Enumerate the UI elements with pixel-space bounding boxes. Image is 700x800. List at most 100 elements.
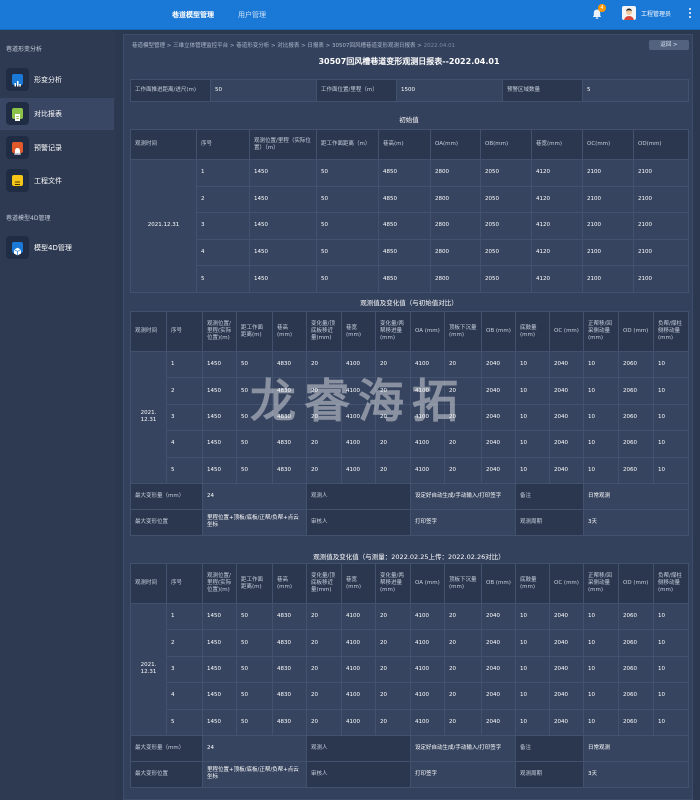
table-cell: 10	[583, 708, 619, 736]
sidebar-item-model-4d[interactable]: 模型4D管理	[0, 232, 114, 264]
table-cell: 2040	[481, 708, 516, 736]
avatar[interactable]	[622, 6, 636, 20]
table-cell: 1	[196, 159, 250, 187]
table-cell: 4120	[531, 212, 583, 240]
table-cell: 20	[444, 629, 482, 657]
table-cell: 2100	[582, 185, 634, 214]
breadcrumb-path[interactable]: 巷道模型管理 > 三维立体管理监控平台 > 巷道形变分析 > 对比报表 > 日报…	[132, 43, 416, 49]
table-cell: 2040	[549, 629, 584, 657]
table-cell: 2060	[618, 682, 654, 710]
table-cell: 50	[316, 159, 379, 187]
table-cell: 10	[653, 629, 689, 657]
table-cell: 10	[653, 377, 689, 405]
table-cell: 2040	[549, 655, 584, 684]
table-cell: 10	[515, 430, 550, 458]
table-cell: 50	[316, 185, 379, 214]
table-cell: 2050	[480, 212, 532, 240]
section-title-initial: 初始值	[399, 116, 419, 124]
table-row: 3 1450 50 4830 20 4100 20 4100 20 2040 10 2040 10 206…	[131, 655, 689, 684]
table-cell: 2040	[549, 403, 584, 432]
column-header: 观测位置/里程(实际位置)(m)	[202, 563, 237, 604]
table-row: 2021.12.31 1 1450 50 4850 2800 2050 4120 2100 210…	[130, 159, 689, 293]
table-cell: 1450	[202, 350, 237, 379]
sidebar-item-label: 对比报表	[34, 110, 62, 118]
max-deformation-label: 最大变形量（mm）	[130, 482, 203, 510]
table-cell: 2800	[430, 185, 481, 214]
cube-icon	[6, 236, 29, 259]
nav-tab-user-management[interactable]: 用户管理	[238, 0, 266, 30]
table-cell: 20	[375, 708, 411, 736]
table-cell: 10	[583, 430, 619, 458]
column-header: OA(mm)	[430, 129, 481, 160]
observation-table-upload: 观测时间 序号 观测位置/里程(实际位置)(m) 距工作面距离(m) 巷高(mm) 变化量…	[130, 563, 689, 788]
table-cell: 20	[444, 708, 482, 736]
sidebar-item-project-files[interactable]: 工程文件	[0, 165, 114, 197]
alarm-count-value: 5	[582, 79, 689, 102]
table-cell: 1450	[202, 377, 237, 405]
table-cell: 4830	[272, 629, 307, 657]
initial-values-table: 观测时间 序号 观测位置/里程（实际位置）（m） 距工作面距离（m） 巷高(m) OA(m…	[130, 129, 689, 293]
table-cell: 2040	[549, 377, 584, 405]
table-cell: 4120	[531, 238, 583, 267]
table-row: 2 1450 50 4830 20 4100 20 4100 20 2040 10 2040 10 206…	[131, 629, 689, 657]
table-cell: 3	[166, 403, 203, 432]
column-header: OB (mm)	[481, 563, 516, 604]
breadcrumb-current: 2022.04.01	[423, 43, 456, 49]
table-cell: 50	[236, 708, 273, 736]
table-cell: 50	[236, 682, 273, 710]
table-row: 5 1450 50 4830 20 4100 20 4100 20 2040 10 2040 10 206…	[131, 456, 689, 484]
table-cell: 2040	[481, 430, 516, 458]
table-cell: 1450	[249, 159, 317, 187]
table-cell: 2800	[430, 238, 481, 267]
sidebar-item-label: 模型4D管理	[34, 244, 72, 252]
table-cell: 2100	[633, 212, 689, 240]
table-cell: 20	[444, 403, 482, 432]
sidebar-item-deformation-analysis[interactable]: 形变分析	[0, 64, 114, 96]
table-cell: 50	[236, 430, 273, 458]
table-cell: 4830	[272, 377, 307, 405]
table-cell: 4100	[341, 430, 376, 458]
table-row: 4 1450 50 4850 2800 2050 4120 2100 2100	[131, 238, 689, 267]
table-row: 2 1450 50 4830 20 4100 20 4100 20 2040 10 2040 10 206…	[131, 377, 689, 405]
table-cell: 2060	[618, 430, 654, 458]
table-cell: 20	[444, 456, 482, 484]
table-cell: 4	[196, 238, 250, 267]
advance-distance-label: 工作面推进距离/进尺(m)	[130, 79, 211, 102]
table-cell: 2040	[481, 456, 516, 484]
sidebar-item-alarm-records[interactable]: 预警记录	[0, 132, 114, 164]
table-cell: 2100	[582, 212, 634, 240]
table-cell: 10	[583, 403, 619, 432]
observation-table-initial: 观测时间 序号 观测位置/里程(实际位置)(m) 距工作面距离(m) 巷高(mm) 变化量…	[130, 311, 689, 536]
table-cell: 2040	[549, 602, 584, 631]
table-cell: 2040	[481, 350, 516, 379]
nav-tab-roadway-model[interactable]: 巷道模型管理	[172, 0, 214, 30]
table-cell: 1450	[202, 682, 237, 710]
table-cell: 10	[515, 629, 550, 657]
column-header: 正帮移/回采侧动量 (mm)	[583, 311, 619, 352]
table-cell: 10	[653, 350, 689, 379]
column-header: 正帮移/回采侧动量 (mm)	[583, 563, 619, 604]
table-row: 2 1450 50 4850 2800 2050 4120 2100 2100	[131, 185, 689, 214]
column-header: 观测位置/里程（实际位置）（m）	[249, 129, 317, 160]
sidebar-item-label: 预警记录	[34, 144, 62, 152]
footer-row: 最大变形位置 里程位置+顶板/底板/正帮/负帮+点云坐标 审核人 打印签字 观测周期 3天	[130, 508, 689, 536]
table-cell: 2040	[549, 708, 584, 736]
table-cell: 4100	[410, 377, 445, 405]
back-button[interactable]: 返回 >	[649, 40, 689, 50]
table-cell: 4100	[410, 403, 445, 432]
sidebar-item-label: 工程文件	[34, 177, 62, 185]
remark-label: 备注	[515, 482, 584, 510]
table-cell: 2060	[618, 377, 654, 405]
username[interactable]: 工程管理员	[641, 0, 671, 30]
table-cell: 20	[444, 682, 482, 710]
table-cell: 2100	[582, 238, 634, 267]
reviewer-label: 审核人	[306, 760, 411, 788]
table-cell: 4100	[341, 708, 376, 736]
table-cell: 20	[444, 602, 482, 631]
sidebar-item-comparison-report[interactable]: 对比报表	[0, 98, 114, 130]
observer-label: 观测人	[306, 482, 411, 510]
column-header: 距工作面距离（m）	[316, 129, 379, 160]
table-cell: 4850	[378, 212, 431, 240]
report-icon	[6, 102, 29, 125]
more-menu-icon[interactable]	[689, 8, 692, 22]
